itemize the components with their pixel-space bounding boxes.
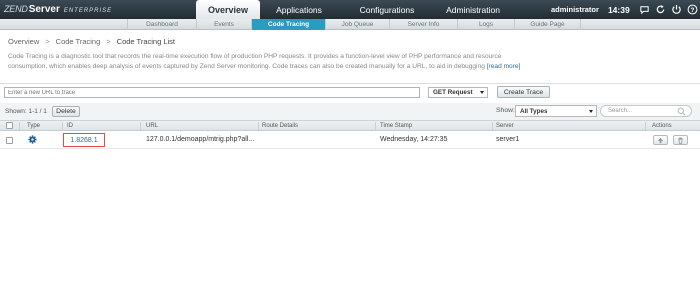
refresh-icon[interactable] [655,4,666,15]
svg-text:?: ? [690,7,694,14]
column-time-stamp[interactable]: Time Stamp [380,121,412,131]
column-id[interactable]: ID [67,121,73,131]
trace-id[interactable]: 1.8268.1 [70,137,97,144]
chevron-down-icon [589,110,593,113]
breadcrumb-separator: > [106,37,111,46]
notifications-icon[interactable] [639,4,650,15]
tab-logs[interactable]: Logs [457,19,514,30]
trace-url-input[interactable] [4,87,420,98]
request-method-select[interactable]: GET Request [428,87,488,98]
nav-overview[interactable]: Overview [196,0,260,19]
search-placeholder: Search... [608,108,633,114]
create-trace-button[interactable]: Create Trace [497,86,550,98]
chevron-down-icon [480,91,484,94]
nav-administration[interactable]: Administration [436,0,510,19]
nav-applications[interactable]: Applications [260,0,338,19]
clock: 14:39 [607,4,630,15]
delete-button[interactable]: Delete [52,106,80,117]
zend-server-logo[interactable]: ZEND Server ENTERPRISE [4,4,112,16]
logo-server: Server [28,4,60,15]
delete-trace-button[interactable] [673,135,688,145]
read-more-link[interactable]: [read more] [487,63,521,70]
search-box[interactable]: Search... [600,105,692,117]
nav-configurations[interactable]: Configurations [338,0,436,19]
show-label: Show: [496,107,515,114]
column-route-details[interactable]: Route Details [262,121,298,131]
type-filter-select[interactable]: All Types [515,105,597,117]
column-server[interactable]: Server [496,121,514,131]
tab-dashboard[interactable]: Dashboard [127,19,196,30]
column-url[interactable]: URL [146,121,158,131]
sub-nav: Dashboard Events Code Tracing Job Queue … [0,19,700,30]
column-separator [375,122,376,130]
row-server: server1 [496,136,520,143]
row-url: 127.0.0.1/demoapp/mtrig.php?all... [146,136,255,143]
tab-code-tracing[interactable]: Code Tracing [251,19,325,30]
breadcrumb-overview[interactable]: Overview [8,37,39,46]
username[interactable]: administrator [551,5,599,14]
arrow-up-icon [657,137,664,143]
table-row[interactable]: 127.0.0.1/demoapp/mtrig.php?all... Wedne… [0,131,700,149]
export-trace-button[interactable] [653,135,668,145]
column-separator [645,122,646,130]
select-all-checkbox[interactable] [6,122,13,129]
column-separator [62,122,63,130]
column-actions: Actions [652,123,672,129]
gear-icon [28,135,37,144]
column-type[interactable]: Type [27,121,40,131]
trace-id-link[interactable]: 1.8268.1 [63,133,105,147]
tab-server-info[interactable]: Server Info [389,19,457,30]
breadcrumb: Overview > Code Tracing > Code Tracing L… [8,36,175,47]
logout-icon[interactable] [671,4,682,15]
main-nav: Overview Applications Configurations Adm… [196,0,510,19]
trash-icon [678,136,683,144]
tab-job-queue[interactable]: Job Queue [325,19,389,30]
shown-count: Shown: 1-1 / 1 [5,108,47,115]
tab-guide-page[interactable]: Guide Page [514,19,581,30]
top-bar: ZEND Server ENTERPRISE Overview Applicati… [0,0,700,19]
page-description: Code Tracing is a diagnostic tool that r… [8,52,528,71]
column-separator [258,122,259,130]
user-box: administrator 14:39 ? [551,0,700,19]
column-separator [140,122,141,130]
breadcrumb-separator: > [45,37,50,46]
logo-zend: ZEND [4,4,28,14]
tab-events[interactable]: Events [196,19,251,30]
description-text: Code Tracing is a diagnostic tool that r… [8,53,502,70]
row-time-stamp: Wednesday, 14:27:35 [380,136,448,143]
request-method-value: GET Request [433,89,473,96]
type-filter-value: All Types [520,107,548,115]
table-header: Type ID URL Route Details Time Stamp Ser… [0,120,700,131]
divider [0,83,700,84]
logo-edition: ENTERPRISE [63,8,113,14]
column-separator [492,122,493,130]
search-icon[interactable] [677,107,686,116]
column-separator [19,122,20,130]
help-icon[interactable]: ? [687,4,698,15]
breadcrumb-current: Code Tracing List [116,37,176,46]
breadcrumb-code-tracing[interactable]: Code Tracing [56,37,101,46]
row-checkbox[interactable] [6,137,13,144]
